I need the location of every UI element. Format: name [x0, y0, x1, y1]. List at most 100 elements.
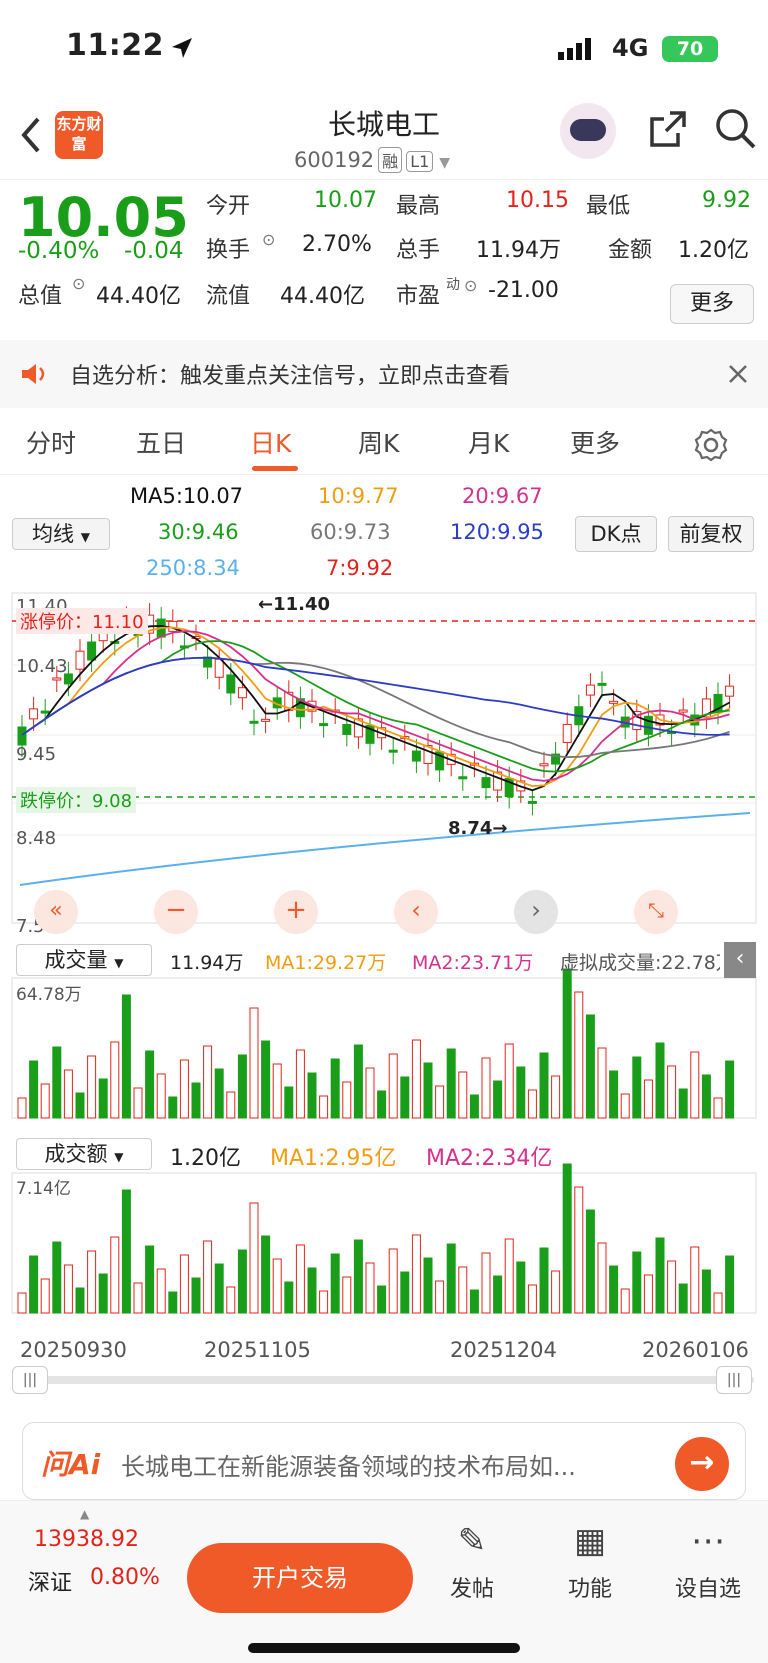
dk-point-button[interactable]: DK点	[575, 516, 657, 552]
add-watchlist-button[interactable]: ⋯ 设自选	[663, 1521, 753, 1603]
info-icon[interactable]: ⊙	[262, 230, 275, 249]
candle	[249, 720, 259, 724]
chevron-down-icon: ▼	[439, 155, 451, 171]
amount-value: 1.20亿	[678, 238, 749, 263]
kline-chart[interactable]	[0, 585, 768, 1385]
tab-weekly-k[interactable]: 周K	[358, 424, 399, 460]
tab-intraday[interactable]: 分时	[26, 424, 76, 460]
volume-bar	[632, 1251, 642, 1314]
share-icon[interactable]	[648, 109, 688, 149]
arrow-right-icon[interactable]: →	[675, 1437, 729, 1491]
volume-bar	[249, 1007, 259, 1119]
volume-bar	[365, 1067, 375, 1119]
post-button[interactable]: ✎ 发帖	[427, 1521, 517, 1603]
location-icon	[172, 38, 192, 58]
ma-legend: MA5:10.07 10:9.77 20:9.67 均线 ▼ 30:9.46 6…	[0, 476, 768, 584]
chevron-left-icon[interactable]: ‹	[394, 890, 438, 934]
zoom-out-icon[interactable]: −	[154, 890, 198, 934]
volume-bar	[713, 1292, 723, 1314]
volume-bar	[237, 1249, 247, 1314]
volume-bar	[620, 1288, 630, 1314]
float-label: 流值	[206, 284, 251, 309]
volume-bar	[562, 968, 572, 1119]
candle	[342, 723, 352, 735]
volume-bar	[388, 1248, 398, 1314]
volume-bar	[179, 1254, 189, 1314]
candle	[481, 777, 491, 789]
volume-bar	[168, 1291, 178, 1314]
trough-label: 8.74→	[448, 818, 508, 839]
gear-icon[interactable]	[694, 428, 728, 462]
range-handle-left[interactable]: |||	[12, 1366, 48, 1394]
search-icon[interactable]	[714, 107, 758, 151]
volume-bar	[110, 1236, 120, 1314]
ma120-value: 120:9.95	[450, 520, 544, 544]
index-value[interactable]: 13938.92	[34, 1527, 139, 1552]
volume-bar	[435, 1280, 445, 1314]
date-label: 20251105	[204, 1338, 311, 1362]
volume-bar	[307, 1267, 317, 1314]
volume-bar	[261, 1235, 271, 1314]
collapse-icon[interactable]: ‹	[724, 942, 756, 978]
low-label: 最低	[586, 194, 631, 219]
volume-bar	[133, 1087, 143, 1119]
info-icon[interactable]: ⊙	[72, 274, 85, 293]
more-quote-button[interactable]: 更多	[670, 284, 754, 324]
candle	[237, 687, 247, 699]
ma-type-select[interactable]: 均线 ▼	[12, 518, 110, 550]
volume-bar	[330, 1253, 340, 1314]
volume-bar	[87, 1250, 97, 1314]
speaker-icon	[22, 364, 45, 384]
close-icon[interactable]	[728, 364, 748, 384]
range-scrollbar[interactable]	[16, 1376, 754, 1384]
ma-line	[21, 625, 731, 792]
zoom-in-icon[interactable]: +	[274, 890, 318, 934]
candle	[609, 700, 619, 704]
peak-label: ←11.40	[258, 594, 331, 615]
open-account-trade-button[interactable]: 开户交易	[187, 1543, 413, 1613]
ma20-value: 20:9.67	[462, 484, 543, 508]
volume-bar	[226, 1091, 236, 1119]
volume-bar	[667, 1260, 677, 1314]
volume-bar	[63, 1069, 73, 1119]
volume-bar	[145, 1245, 155, 1314]
add-watchlist-label: 设自选	[674, 1577, 741, 1602]
ask-ai-bar[interactable]: 问Ai 长城电工在新能源装备领域的技术布局如... →	[22, 1422, 746, 1500]
candle	[388, 749, 398, 753]
stock-code-row[interactable]: 600192 融 L1 ▼	[294, 147, 450, 173]
fullscreen-icon[interactable]: ⤡	[634, 890, 678, 934]
notice-bar[interactable]: 自选分析：触发重点关注信号，立即点击查看	[0, 340, 768, 408]
info-icon[interactable]: ⊙	[464, 276, 477, 295]
volume-bar	[284, 1281, 294, 1314]
candle	[527, 800, 537, 804]
volume-bar	[353, 1044, 363, 1119]
caret-down-icon: ▼	[80, 530, 90, 544]
volume-bar	[481, 1252, 491, 1314]
tab-more[interactable]: 更多	[570, 424, 620, 460]
adjust-button[interactable]: 前复权	[668, 516, 754, 552]
tab-daily-k[interactable]: 日K	[250, 424, 291, 460]
volume-bar	[400, 1076, 410, 1119]
functions-button[interactable]: ▦ 功能	[545, 1521, 635, 1603]
amount-value: 1.20亿	[170, 1146, 241, 1171]
amount-selector-label: 成交额	[44, 1142, 108, 1166]
change-percent: -0.40%	[18, 238, 100, 264]
volume-bar	[411, 1039, 421, 1119]
robot-assistant-icon[interactable]	[560, 103, 616, 159]
volume-bar	[191, 1277, 201, 1314]
rewind-icon[interactable]: «	[34, 890, 78, 934]
volume-value: 11.94万	[170, 952, 244, 974]
volume-bar	[481, 1057, 491, 1119]
quote-panel: 10.05 -0.40% -0.04 今开 10.07 最高 10.15 最低 …	[0, 180, 768, 340]
volume-bar	[249, 1202, 259, 1314]
volume-bar	[701, 1269, 711, 1314]
volume-indicator-select[interactable]: 成交量 ▼	[16, 944, 152, 976]
amount-indicator-select[interactable]: 成交额 ▼	[16, 1138, 152, 1170]
tab-five-day[interactable]: 五日	[136, 424, 186, 460]
volume-bar	[191, 1082, 201, 1119]
chevron-right-icon[interactable]: ›	[514, 890, 558, 934]
ma250-value: 250:8.34	[146, 556, 240, 580]
range-handle-right[interactable]: |||	[716, 1366, 752, 1394]
volume-bar	[17, 1292, 27, 1314]
tab-monthly-k[interactable]: 月K	[468, 424, 509, 460]
